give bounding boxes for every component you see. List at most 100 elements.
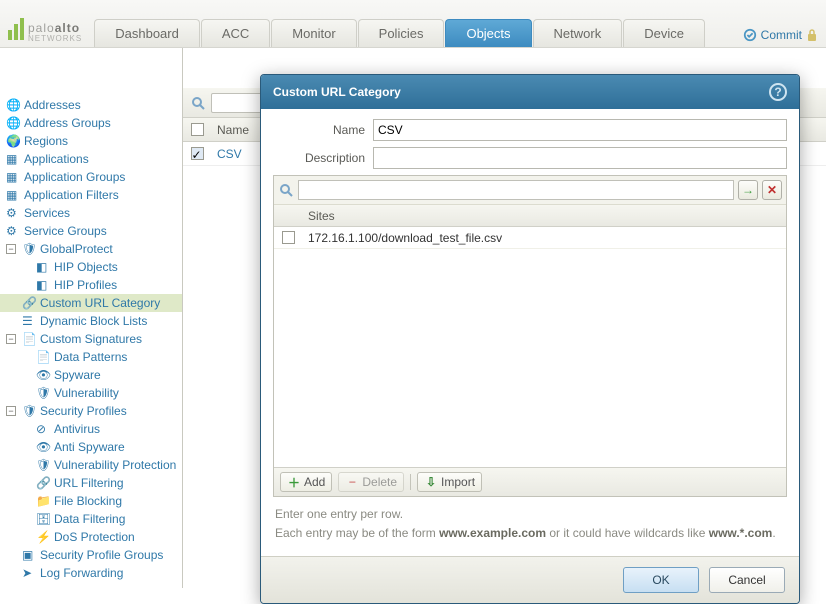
tree-security-profile-groups[interactable]: ▣Security Profile Groups (0, 546, 182, 564)
description-input[interactable] (373, 147, 787, 169)
search-go-button[interactable]: → (738, 180, 758, 200)
shield-icon: 🛡 (36, 386, 50, 400)
tree-services[interactable]: ⚙Services (0, 204, 182, 222)
tree-dos-protection[interactable]: ⚡DoS Protection (0, 528, 182, 546)
brand-subtitle: NETWORKS (28, 34, 82, 43)
brand-logo: paloalto NETWORKS (8, 15, 82, 43)
commit-icon (743, 28, 757, 42)
dos-icon: ⚡ (36, 530, 50, 544)
apps-icon: ▦ (6, 170, 20, 184)
tree-anti-spyware[interactable]: 👁Anti Spyware (0, 438, 182, 456)
name-label: Name (273, 123, 373, 137)
tab-device[interactable]: Device (623, 19, 705, 47)
tree-hip-profiles[interactable]: ◧HIP Profiles (0, 276, 182, 294)
tree-spyware[interactable]: 👁Spyware (0, 366, 182, 384)
search-icon (191, 96, 205, 110)
collapse-icon[interactable]: − (6, 244, 16, 254)
sig-icon: 📄 (22, 332, 36, 346)
sites-column-header: Sites (302, 209, 335, 223)
tree-file-blocking[interactable]: 📁File Blocking (0, 492, 182, 510)
row-name[interactable]: CSV (211, 147, 242, 161)
tree-dynamic-block-lists[interactable]: ☰Dynamic Block Lists (0, 312, 182, 330)
shield-icon: 🛡 (36, 458, 50, 472)
search-clear-button[interactable]: ✕ (762, 180, 782, 200)
tab-dashboard[interactable]: Dashboard (94, 19, 200, 47)
tree-custom-signatures[interactable]: −📄Custom Signatures (0, 330, 182, 348)
plus-icon: ＋ (287, 475, 301, 489)
name-input[interactable] (373, 119, 787, 141)
tree-antivirus[interactable]: ⊘Antivirus (0, 420, 182, 438)
url-icon: 🔗 (22, 296, 36, 310)
search-icon (278, 182, 294, 198)
sites-panel: → ✕ Sites 172.16.1.100/download_test_fil… (273, 175, 787, 497)
tree-regions[interactable]: 🌍Regions (0, 132, 182, 150)
tree-log-forwarding[interactable]: ➤Log Forwarding (0, 564, 182, 582)
tree-security-profiles[interactable]: −🛡Security Profiles (0, 402, 182, 420)
spy-icon: 👁 (36, 368, 50, 382)
list-icon: ☰ (22, 314, 36, 328)
tree-addresses[interactable]: 🌐Addresses (0, 96, 182, 114)
dialog-titlebar[interactable]: Custom URL Category ? (261, 75, 799, 109)
gears-icon: ⚙ (6, 224, 20, 238)
apps-icon: ▦ (6, 188, 20, 202)
main-tabs: Dashboard ACC Monitor Policies Objects N… (94, 19, 705, 47)
globe-icon: 🌍 (6, 134, 20, 148)
dialog-title: Custom URL Category (273, 85, 401, 99)
sites-list: 172.16.1.100/download_test_file.csv (274, 227, 786, 467)
sites-search-input[interactable] (298, 180, 734, 200)
log-icon: ➤ (22, 566, 36, 580)
tree-hip-objects[interactable]: ◧HIP Objects (0, 258, 182, 276)
tab-network[interactable]: Network (533, 19, 623, 47)
tree-globalprotect[interactable]: −🛡GlobalProtect (0, 240, 182, 258)
tree-data-filtering[interactable]: 🗄Data Filtering (0, 510, 182, 528)
import-icon: ⇩ (424, 475, 438, 489)
commit-link[interactable]: Commit (743, 28, 818, 42)
lock-icon (806, 28, 818, 42)
minus-icon: − (345, 475, 359, 489)
hint-text: Enter one entry per row. Each entry may … (273, 497, 787, 546)
shield-icon: 🛡 (22, 404, 36, 418)
tree-vulnerability[interactable]: 🛡Vulnerability (0, 384, 182, 402)
add-button[interactable]: ＋Add (280, 472, 332, 492)
tree-service-groups[interactable]: ⚙Service Groups (0, 222, 182, 240)
tab-objects[interactable]: Objects (445, 19, 531, 47)
select-all-checkbox[interactable] (191, 123, 204, 136)
tree-vulnerability-protection[interactable]: 🛡Vulnerability Protection (0, 456, 182, 474)
app-header: paloalto NETWORKS Dashboard ACC Monitor … (0, 0, 826, 48)
site-row[interactable]: 172.16.1.100/download_test_file.csv (274, 227, 786, 249)
tab-policies[interactable]: Policies (358, 19, 445, 47)
url-icon: 🔗 (36, 476, 50, 490)
tree-url-filtering[interactable]: 🔗URL Filtering (0, 474, 182, 492)
tree-applications[interactable]: ▦Applications (0, 150, 182, 168)
collapse-icon[interactable]: − (6, 406, 16, 416)
hip-icon: ◧ (36, 260, 50, 274)
tree-address-groups[interactable]: 🌐Address Groups (0, 114, 182, 132)
shield-icon: 🛡 (22, 242, 36, 256)
tree-data-patterns[interactable]: 📄Data Patterns (0, 348, 182, 366)
logo-bars-icon (8, 18, 24, 40)
tree-application-groups[interactable]: ▦Application Groups (0, 168, 182, 186)
separator (410, 474, 411, 490)
description-label: Description (273, 151, 373, 165)
import-button[interactable]: ⇩Import (417, 472, 482, 492)
cancel-button[interactable]: Cancel (709, 567, 785, 593)
ok-button[interactable]: OK (623, 567, 699, 593)
tree-custom-url-category[interactable]: 🔗Custom URL Category (0, 294, 182, 312)
group-icon: ▣ (22, 548, 36, 562)
delete-button[interactable]: −Delete (338, 472, 404, 492)
row-checkbox[interactable]: ✓ (191, 147, 204, 160)
site-checkbox[interactable] (282, 231, 295, 244)
tab-monitor[interactable]: Monitor (271, 19, 356, 47)
tab-acc[interactable]: ACC (201, 19, 270, 47)
apps-icon: ▦ (6, 152, 20, 166)
help-icon[interactable]: ? (769, 83, 787, 101)
globes-icon: 🌐 (6, 116, 20, 130)
commit-label: Commit (761, 28, 802, 42)
hip-icon: ◧ (36, 278, 50, 292)
tree-application-filters[interactable]: ▦Application Filters (0, 186, 182, 204)
av-icon: ⊘ (36, 422, 50, 436)
globe-icon: 🌐 (6, 98, 20, 112)
spy-icon: 👁 (36, 440, 50, 454)
column-name: Name (211, 123, 249, 137)
collapse-icon[interactable]: − (6, 334, 16, 344)
